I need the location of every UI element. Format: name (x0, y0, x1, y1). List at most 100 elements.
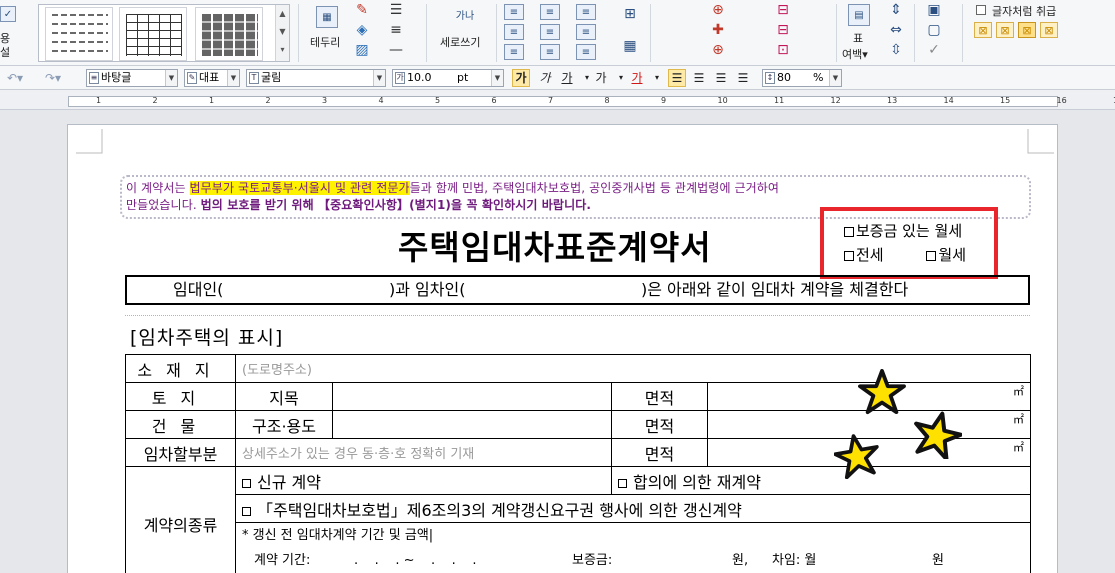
type-option-monthly[interactable]: 월세 (926, 246, 966, 264)
align-center-icon[interactable]: ☰ (712, 69, 730, 87)
check-icon[interactable]: ✓ (924, 42, 944, 58)
align-bot-center-icon[interactable]: ≡ (540, 44, 560, 60)
style-combo[interactable]: ≡ 바탕글 ▼ (86, 69, 178, 87)
bold-button[interactable]: 가 (512, 69, 530, 87)
gallery-scroll[interactable]: ▲ ▼ ▾ (275, 5, 289, 61)
star-icon (834, 434, 879, 479)
align-bot-left-icon[interactable]: ≡ (504, 44, 524, 60)
section-title: [임차주택의 표시] (130, 327, 284, 349)
format-toolbar: ↶▾ ↷▾ ≡ 바탕글 ▼ ✎ 대표 ▼ T 굴림 ▼ 가 10.0 pt ▼ … (0, 66, 1115, 90)
language-combo[interactable]: ✎ 대표 ▼ (184, 69, 240, 87)
merge-cells-icon[interactable]: ⊡ (770, 42, 796, 58)
delete-row-icon[interactable]: ⊟ (770, 2, 796, 18)
col-width-icon[interactable]: ⇔ (884, 22, 908, 38)
apply-style-icon[interactable]: ✓ (0, 6, 16, 22)
font-size-combo[interactable]: 가 10.0 pt ▼ (392, 69, 504, 87)
italic-button[interactable]: 가 (536, 69, 554, 87)
chevron-down-icon[interactable]: ▼ (165, 70, 177, 86)
align-right-icon[interactable]: ☰ (734, 69, 752, 87)
redo-icon[interactable]: ↷▾ (44, 69, 62, 87)
font-color-button[interactable]: 가 (628, 69, 646, 87)
align-top-right-icon[interactable]: ≡ (576, 4, 596, 20)
ruler-tick: 12 (830, 96, 841, 105)
ruler-track[interactable] (68, 96, 1058, 107)
horizontal-ruler[interactable]: 121234567891011121314151617 (0, 90, 1115, 110)
row-height-icon[interactable]: ⇕ (884, 2, 908, 18)
align-left-icon[interactable]: ☰ (690, 69, 708, 87)
align-justify-icon[interactable]: ☰ (668, 69, 686, 87)
strike-button[interactable]: 가 (592, 69, 610, 87)
wrap-icon-1[interactable]: ⊠ (974, 22, 992, 38)
align-mid-center-icon[interactable]: ≡ (540, 24, 560, 40)
char-like-label[interactable]: 글자처럼 취급 (992, 3, 1056, 19)
fill-color-icon[interactable]: ◈ (354, 22, 370, 38)
checkbox-icon[interactable] (926, 251, 937, 261)
location-input[interactable]: (도로명주소) (234, 354, 1032, 383)
table-margin-icon[interactable]: ▤ (848, 4, 870, 26)
type-option-jeonse[interactable]: 전세 (844, 246, 884, 264)
insert-row-above-icon[interactable]: ⊕ (706, 2, 730, 18)
cell-border-icon[interactable]: ▢ (924, 22, 944, 38)
wrap-icon-2[interactable]: ⊠ (996, 22, 1014, 38)
table-grid-icon[interactable]: ▦ (618, 34, 642, 58)
wrap-icon-3[interactable]: ⊠ (1018, 22, 1036, 38)
underline-button[interactable]: 가 (558, 69, 576, 87)
align-mid-left-icon[interactable]: ≡ (504, 24, 524, 40)
chevron-down-icon[interactable]: ▼ (829, 70, 841, 86)
type-option-monthly-deposit[interactable]: 보증금 있는 월세 (844, 219, 994, 243)
table-margin-label-2[interactable]: 여백▾ (842, 46, 868, 62)
line-spacing-combo[interactable]: ↕ 80 % ▼ (762, 69, 842, 87)
wrap-icon-4[interactable]: ⊠ (1040, 22, 1058, 38)
line-style-icon[interactable]: ☰ (386, 2, 406, 18)
font-color-dropdown-icon[interactable]: ▾ (648, 69, 666, 87)
border-icon[interactable]: ▦ (316, 6, 338, 28)
chevron-down-icon[interactable]: ▼ (373, 70, 385, 86)
pen-color-icon[interactable]: ✎ (354, 2, 370, 18)
rental-part-label: 임차할부분 (125, 438, 236, 467)
cell-fill-icon[interactable]: ▨ (354, 42, 370, 58)
section-guide-line (125, 315, 1030, 316)
style-thumb-dark[interactable] (195, 7, 263, 61)
cell-props-icon[interactable]: ▣ (924, 2, 944, 18)
align-mid-right-icon[interactable]: ≡ (576, 24, 596, 40)
style-thumb-grid[interactable] (119, 7, 187, 61)
char-like-checkbox[interactable] (976, 5, 986, 15)
checkbox-icon[interactable] (618, 478, 627, 488)
chevron-down-icon[interactable]: ▼ (227, 70, 239, 86)
gallery-more-icon[interactable]: ▾ (276, 41, 289, 59)
building-structure-input[interactable] (332, 410, 612, 439)
chevron-down-icon[interactable]: ▼ (491, 70, 503, 86)
ruler-tick: 10 (717, 96, 728, 105)
delete-col-icon[interactable]: ⊟ (770, 22, 796, 38)
insert-col-icon[interactable]: ✚ (706, 22, 730, 38)
checkbox-icon[interactable] (242, 478, 251, 488)
table-style-gallery[interactable]: ▲ ▼ ▾ (38, 4, 290, 62)
checkbox-icon[interactable] (844, 251, 854, 261)
border-label[interactable]: 테두리 (310, 34, 340, 50)
vertical-text-icon[interactable]: 가나 (450, 4, 480, 30)
style-thumb-plain[interactable] (45, 7, 113, 61)
land-category-input[interactable] (332, 382, 612, 411)
document-page[interactable]: 이 계약서는 법무부가 국토교통부·서울시 및 관련 전문가들과 함께 민법, … (67, 124, 1058, 573)
new-contract-option[interactable]: 신규 계약 (235, 466, 612, 495)
insert-row-below-icon[interactable]: ⊕ (706, 42, 730, 58)
vertical-text-label[interactable]: 세로쓰기 (440, 34, 480, 50)
re-contract-option[interactable]: 합의에 의한 재계약 (610, 466, 1032, 495)
gallery-down-icon[interactable]: ▼ (276, 23, 289, 41)
checkbox-icon[interactable] (242, 506, 251, 516)
rental-part-input[interactable]: 상세주소가 있는 경우 동·층·호 정확히 기재 (235, 438, 612, 467)
undo-icon[interactable]: ↶▾ (6, 69, 24, 87)
line-width-icon[interactable]: ≡ (386, 22, 406, 38)
renewal-option[interactable]: 「주택임대차보호법」제6조의3의 계약갱신요구권 행사에 의한 갱신계약 (234, 494, 1032, 523)
line-type-icon[interactable]: — (386, 42, 406, 58)
previous-contract-cell[interactable]: * 갱신 전 임대차계약 기간 및 금액| 계약 기간: . . . ~ . .… (234, 522, 1032, 573)
align-bot-right-icon[interactable]: ≡ (576, 44, 596, 60)
align-top-center-icon[interactable]: ≡ (540, 4, 560, 20)
gallery-up-icon[interactable]: ▲ (276, 5, 289, 23)
align-top-left-icon[interactable]: ≡ (504, 4, 524, 20)
checkbox-icon[interactable] (844, 227, 854, 237)
font-combo[interactable]: T 굴림 ▼ (246, 69, 386, 87)
split-cells-icon[interactable]: ⊞ (618, 2, 642, 26)
table-margin-label-1[interactable]: 표 (853, 30, 863, 46)
equal-size-icon[interactable]: ⇳ (884, 42, 908, 58)
